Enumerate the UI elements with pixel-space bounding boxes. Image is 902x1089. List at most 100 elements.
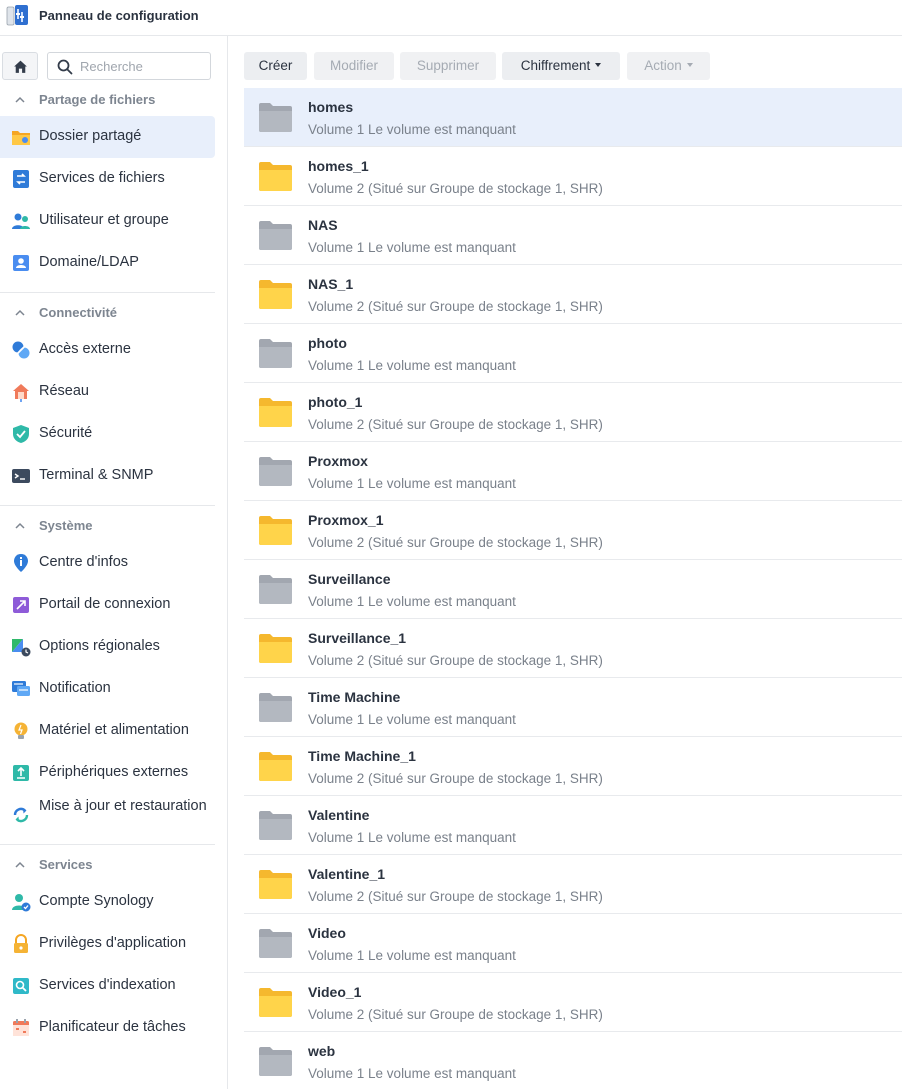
divider — [0, 844, 215, 845]
security-shield-icon — [13, 425, 29, 443]
folder-missing-icon — [259, 929, 292, 958]
folder-name: Valentine — [308, 807, 370, 823]
folder-row[interactable]: Video_1 Volume 2 (Situé sur Groupe de sto… — [244, 973, 902, 1032]
chevron-up-icon — [15, 96, 25, 103]
folder-location: Volume 2 (Situé sur Groupe de stockage 1… — [308, 653, 603, 668]
folder-location: Volume 2 (Situé sur Groupe de stockage 1… — [308, 889, 603, 904]
sidebar-item-app-privileges[interactable]: Privilèges d'application — [0, 923, 215, 965]
window-title: Panneau de configuration — [39, 8, 199, 23]
folder-row[interactable]: Video Volume 1 Le volume est manquant — [244, 914, 902, 973]
folder-location: Volume 2 (Situé sur Groupe de stockage 1… — [308, 535, 603, 550]
sidebar-item-label: Matériel et alimentation — [39, 722, 189, 738]
search-input[interactable] — [80, 53, 208, 79]
sidebar-item-security[interactable]: Sécurité — [0, 413, 215, 455]
sidebar-item-regional-options[interactable]: Options régionales — [0, 626, 215, 668]
encryption-dropdown-button[interactable]: Chiffrement — [502, 52, 620, 80]
sidebar-item-file-services[interactable]: Services de fichiers — [0, 158, 215, 200]
folder-row[interactable]: photo Volume 1 Le volume est manquant — [244, 324, 902, 383]
folder-icon — [259, 280, 292, 309]
folder-row[interactable]: Time Machine Volume 1 Le volume est manqu… — [244, 678, 902, 737]
section-system[interactable]: Système — [0, 516, 228, 538]
search-box[interactable] — [47, 52, 211, 80]
action-label: Action — [644, 58, 682, 73]
folder-row[interactable]: Surveillance Volume 1 Le volume est manqu… — [244, 560, 902, 619]
folder-missing-icon — [259, 811, 292, 840]
folder-row[interactable]: Proxmox_1 Volume 2 (Situé sur Groupe de s… — [244, 501, 902, 560]
sidebar-item-notification[interactable]: Notification — [0, 668, 215, 710]
folder-row[interactable]: NAS_1 Volume 2 (Situé sur Groupe de stock… — [244, 265, 902, 324]
folder-name: NAS_1 — [308, 276, 354, 292]
divider — [0, 292, 215, 293]
folder-row[interactable]: Valentine Volume 1 Le volume est manquant — [244, 796, 902, 855]
section-connectivity[interactable]: Connectivité — [0, 303, 228, 325]
action-dropdown-button[interactable]: Action — [627, 52, 710, 80]
sidebar-item-hardware-power[interactable]: Matériel et alimentation — [0, 710, 215, 752]
section-file-sharing[interactable]: Partage de fichiers — [0, 90, 228, 112]
terminal-icon — [12, 469, 30, 483]
sidebar-item-external-devices[interactable]: Périphériques externes — [0, 752, 215, 794]
sidebar-item-task-scheduler[interactable]: Planificateur de tâches — [0, 1007, 215, 1049]
folder-location: Volume 2 (Situé sur Groupe de stockage 1… — [308, 771, 603, 786]
delete-button[interactable]: Supprimer — [400, 52, 496, 80]
folder-missing-icon — [259, 103, 292, 132]
folder-row[interactable]: Time Machine_1 Volume 2 (Situé sur Groupe… — [244, 737, 902, 796]
indexing-service-icon — [13, 978, 29, 994]
sidebar-item-domain-ldap[interactable]: Domaine/LDAP — [0, 242, 215, 284]
folder-icon — [259, 870, 292, 899]
folder-row[interactable]: NAS Volume 1 Le volume est manquant — [244, 206, 902, 265]
folder-row[interactable]: Surveillance_1 Volume 2 (Situé sur Groupe… — [244, 619, 902, 678]
sidebar-item-label: Planificateur de tâches — [39, 1019, 186, 1035]
edit-button[interactable]: Modifier — [314, 52, 394, 80]
folder-row[interactable]: homes Volume 1 Le volume est manquant — [244, 88, 902, 147]
sidebar-item-external-access[interactable]: Accès externe — [0, 329, 215, 371]
folder-name: web — [308, 1043, 336, 1059]
sidebar-item-synology-account[interactable]: Compte Synology — [0, 881, 215, 923]
folder-location: Volume 1 Le volume est manquant — [308, 830, 516, 845]
folder-icon — [259, 398, 292, 427]
folder-row[interactable]: Proxmox Volume 1 Le volume est manquant — [244, 442, 902, 501]
folder-location: Volume 1 Le volume est manquant — [308, 476, 516, 491]
sidebar-item-label: Services d'indexation — [39, 977, 176, 993]
section-label: Services — [39, 857, 93, 872]
folder-row[interactable]: photo_1 Volume 2 (Situé sur Groupe de sto… — [244, 383, 902, 442]
sidebar-item-update-restore[interactable]: Mise à jour et restauration — [0, 794, 215, 836]
sidebar-item-label: Privilèges d'application — [39, 935, 187, 951]
sidebar-item-terminal-snmp[interactable]: Terminal & SNMP — [0, 455, 215, 497]
folder-name: Surveillance_1 — [308, 630, 407, 646]
hardware-power-icon — [14, 722, 28, 739]
folder-row[interactable]: Valentine_1 Volume 2 (Situé sur Groupe de… — [244, 855, 902, 914]
folder-location: Volume 1 Le volume est manquant — [308, 712, 516, 727]
section-services[interactable]: Services — [0, 855, 228, 877]
folder-icon — [259, 988, 292, 1017]
notification-icon — [12, 681, 30, 696]
folder-name: NAS — [308, 217, 338, 233]
sidebar-item-info-center[interactable]: Centre d'infos — [0, 542, 215, 584]
folder-location: Volume 2 (Situé sur Groupe de stockage 1… — [308, 181, 603, 196]
section-label: Connectivité — [39, 305, 118, 320]
sidebar-item-label: Domaine/LDAP — [39, 254, 139, 270]
regional-options-icon — [12, 639, 31, 657]
sidebar-item-login-portal[interactable]: Portail de connexion — [0, 584, 215, 626]
home-button[interactable] — [2, 52, 38, 80]
sidebar-item-shared-folder[interactable]: Dossier partagé — [0, 116, 215, 158]
folder-row[interactable]: web Volume 1 Le volume est manquant — [244, 1032, 902, 1089]
folder-missing-icon — [259, 457, 292, 486]
sidebar-item-indexing-service[interactable]: Services d'indexation — [0, 965, 215, 1007]
folder-location: Volume 1 Le volume est manquant — [308, 122, 516, 137]
sidebar-item-label: Centre d'infos — [39, 554, 129, 570]
app-privileges-icon — [14, 934, 28, 953]
folder-location: Volume 1 Le volume est manquant — [308, 594, 516, 609]
folder-location: Volume 1 Le volume est manquant — [308, 240, 516, 255]
update-restore-icon — [13, 807, 29, 823]
sidebar-item-user-group[interactable]: Utilisateur et groupe — [0, 200, 215, 242]
create-button[interactable]: Créer — [244, 52, 307, 80]
sidebar-item-label: Services de fichiers — [39, 170, 165, 186]
divider — [0, 505, 215, 506]
sidebar-item-network[interactable]: Réseau — [0, 371, 215, 413]
task-scheduler-icon — [13, 1019, 29, 1036]
login-portal-icon — [13, 597, 29, 613]
folder-row[interactable]: homes_1 Volume 2 (Situé sur Groupe de sto… — [244, 147, 902, 206]
synology-account-icon — [12, 894, 31, 912]
folder-name: Proxmox — [308, 453, 368, 469]
caret-down-icon — [595, 63, 602, 68]
